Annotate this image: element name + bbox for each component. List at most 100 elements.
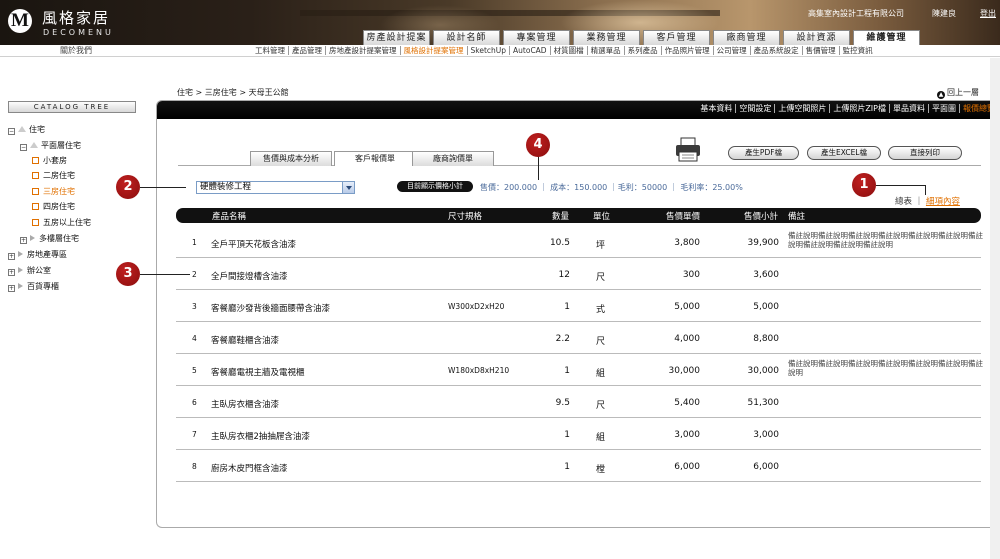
col-header-note: 備註 [788, 212, 806, 222]
subnav-item[interactable]: 產品管理 [289, 46, 326, 55]
folder-arrow-icon [18, 251, 23, 257]
nav-tab-property-proposal[interactable]: 房產設計提案 [363, 30, 430, 45]
generate-pdf-button[interactable]: 產生PDF檔 [728, 146, 799, 160]
cell-qty: 2.2 [555, 334, 570, 344]
table-row[interactable]: 6 主臥房衣櫃含油漆 9.5 尺 5,400 51,300 [176, 386, 981, 418]
panel-nav-item[interactable]: 上傳照片ZIP檔 [830, 104, 890, 113]
category-select[interactable]: 硬體裝修工程 [196, 181, 355, 194]
expand-icon[interactable]: + [8, 285, 15, 292]
cell-price: 5,400 [674, 398, 700, 408]
nav-tab-projects[interactable]: 專案管理 [503, 30, 570, 45]
nav-tab-customers[interactable]: 客戶管理 [643, 30, 710, 45]
cell-subtotal: 5,000 [753, 302, 779, 312]
breadcrumb[interactable]: 住宅 > 三房住宅 > 天母王公館 [177, 87, 289, 98]
tree-item-5room[interactable]: 五房以上住宅 [32, 217, 91, 228]
subnav-item-active[interactable]: 風格設計提案管理 [401, 46, 468, 55]
cell-no: 8 [192, 462, 197, 471]
tab-customer-quote[interactable]: 客戶報價單 [334, 151, 416, 166]
tree-item-4room[interactable]: 四房住宅 [32, 201, 75, 212]
subnav-item[interactable]: 產品系統設定 [751, 46, 803, 55]
logo-icon[interactable]: M [8, 9, 32, 33]
tree-item-office[interactable]: + 辦公室 [8, 265, 51, 276]
scrollbar[interactable] [990, 58, 1000, 559]
logout-link[interactable]: 登出 [980, 8, 996, 19]
tree-item-flat-residence[interactable]: − 平面層住宅 [20, 140, 81, 151]
tree-item-label: 五房以上住宅 [43, 218, 91, 227]
nav-tab-designers[interactable]: 設計名師 [433, 30, 500, 45]
chevron-down-icon[interactable] [342, 182, 354, 193]
nav-tab-business[interactable]: 業務管理 [573, 30, 640, 45]
expand-icon[interactable]: + [20, 237, 27, 244]
table-row[interactable]: 1 全戶平頂天花板含油漆 10.5 坪 3,800 39,900 備註說明備註說… [176, 226, 983, 258]
tree-item-multifloor[interactable]: + 多樓層住宅 [20, 233, 79, 244]
tree-item-label: 二房住宅 [43, 171, 75, 180]
panel-nav-item[interactable]: 單品資料 [890, 104, 929, 113]
table-row[interactable]: 3 客餐廳沙發背後牆面腰帶含油漆 W300xD2xH20 1 式 5,000 5… [176, 290, 981, 322]
generate-excel-button[interactable]: 產生EXCEL檔 [807, 146, 881, 160]
tab-vendor-inquiry[interactable]: 廠商詢價單 [412, 151, 494, 166]
table-row[interactable]: 8 廚房木皮門框含油漆 1 樘 6,000 6,000 [176, 450, 981, 482]
tree-item-studio[interactable]: 小套房 [32, 155, 67, 166]
expand-icon[interactable]: + [8, 269, 15, 276]
table-row[interactable]: 5 客餐廳電視主牆及電視櫃 W180xD8xH210 1 組 30,000 30… [176, 354, 983, 386]
logo-subtitle: DECOMENU [43, 28, 114, 37]
expand-icon[interactable]: + [8, 253, 15, 260]
table-row[interactable]: 4 客餐廳鞋櫃含油漆 2.2 尺 4,000 8,800 [176, 322, 981, 354]
tree-item-label: 三房住宅 [43, 187, 75, 196]
panel-nav-item[interactable]: 基本資料 [697, 104, 737, 113]
subnav-item[interactable]: 工料管理 [252, 46, 289, 55]
printer-icon[interactable] [674, 137, 702, 163]
panel-nav-item[interactable]: 上傳空間照片 [775, 104, 831, 113]
back-link[interactable]: ▲ 回上一層 [937, 87, 979, 99]
view-summary-link[interactable]: 總表 [895, 197, 912, 207]
subnav-item[interactable]: SketchUp [468, 46, 511, 55]
view-detail-link[interactable]: 細項內容 [926, 197, 960, 207]
subnav-item[interactable]: 精選單品 [588, 46, 625, 55]
about-link[interactable]: 關於我們 [60, 45, 92, 56]
square-icon [32, 172, 39, 179]
logo-title[interactable]: 風格家居 [42, 7, 110, 28]
subtotal-button[interactable]: 目前顯示價格小計 [397, 181, 473, 192]
nav-tab-vendors[interactable]: 廠商管理 [713, 30, 780, 45]
tree-item-residence[interactable]: − 住宅 [8, 124, 45, 135]
tree-item-realestate[interactable]: + 房地產專區 [8, 249, 67, 260]
subnav-item[interactable]: 監控資訊 [840, 46, 876, 55]
house-icon [30, 142, 38, 148]
tab-cost-analysis[interactable]: 售價與成本分析 [250, 151, 332, 166]
cell-note: 備註說明備註說明備註說明備註說明備註說明備註說明備註說明 [788, 359, 983, 377]
subnav-item[interactable]: 房地產設計提案管理 [326, 46, 401, 55]
col-header-size: 尺寸規格 [448, 212, 483, 222]
subnav-item[interactable]: AutoCAD [510, 46, 551, 55]
print-button[interactable]: 直接列印 [888, 146, 962, 160]
cell-unit: 尺 [596, 401, 606, 411]
panel-nav-item[interactable]: 空間設定 [736, 104, 776, 113]
tree-item-label: 房地產專區 [27, 250, 67, 259]
cell-size: W180xD8xH210 [448, 366, 510, 375]
cell-qty: 1 [564, 462, 570, 472]
table-row[interactable]: 2 全戶間接燈槽含油漆 12 尺 300 3,600 [176, 258, 981, 290]
subnav-item[interactable]: 材質圖檔 [551, 46, 588, 55]
marker-1-leader [876, 185, 926, 186]
cell-name: 主臥房衣櫃含油漆 [211, 400, 280, 410]
collapse-icon[interactable]: − [8, 128, 15, 135]
nav-tab-maintenance[interactable]: 維護管理 [853, 30, 920, 45]
collapse-icon[interactable]: − [20, 144, 27, 151]
tree-item-3room[interactable]: 三房住宅 [32, 186, 75, 197]
panel-nav-item[interactable]: 平面圖 [929, 104, 960, 113]
view-separator: ｜ [914, 197, 924, 207]
cell-unit: 尺 [596, 273, 606, 283]
nav-tab-design-resources[interactable]: 設計資源 [783, 30, 850, 45]
table-row[interactable]: 7 主臥房衣櫃2抽抽屜含油漆 1 組 3,000 3,000 [176, 418, 981, 450]
view-toggle: 總表 ｜ 細項內容 [895, 195, 960, 207]
subnav-item[interactable]: 售價管理 [803, 46, 840, 55]
subnav-item[interactable]: 作品照片管理 [662, 46, 714, 55]
tree-item-2room[interactable]: 二房住宅 [32, 170, 75, 181]
subnav-item[interactable]: 系列產品 [625, 46, 662, 55]
cell-size: W300xD2xH20 [448, 302, 505, 311]
cell-price: 3,800 [674, 238, 700, 248]
annotation-marker-3: 3 [116, 262, 140, 286]
subnav-item[interactable]: 公司管理 [714, 46, 751, 55]
cell-no: 5 [192, 366, 197, 375]
house-icon [18, 126, 26, 132]
tree-item-dept-store[interactable]: + 百貨專櫃 [8, 281, 59, 292]
